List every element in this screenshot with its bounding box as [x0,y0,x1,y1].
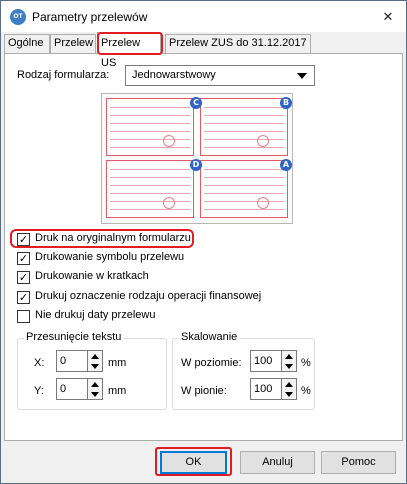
badge-c: C [190,97,202,109]
badge-d: D [190,159,202,171]
scale-h-input[interactable]: 100 [250,350,282,372]
offset-y-label: Y: [34,385,44,397]
scale-h-label: W poziomie: [181,357,242,369]
form-type-select[interactable]: Jednowarstwowy [125,65,315,86]
tab-przelew[interactable]: Przelew [50,34,96,53]
spin-down-icon[interactable] [285,364,293,369]
form-part-b [200,98,288,156]
tab-przelew-zus[interactable]: Przelew ZUS do 31.12.2017 [165,34,311,53]
form-part-d [106,160,194,218]
spin-down-icon[interactable] [91,392,99,397]
form-part-a [200,160,288,218]
scale-v-label: W pionie: [181,385,227,397]
tab-ogolne[interactable]: Ogólne [4,34,50,53]
offset-y-unit: mm [108,385,127,397]
form-preview-image: C B D A [101,93,293,224]
chevron-down-icon [297,73,307,79]
cancel-button[interactable]: Anuluj [240,451,315,474]
scale-v-input[interactable]: 100 [250,378,282,400]
badge-b: B [280,97,292,109]
app-logo-icon: OT [10,9,26,25]
offset-y-spin-buttons[interactable] [88,378,103,400]
checkbox-label: Drukowanie w kratkach [35,270,149,282]
offset-group-title: Przesunięcie tekstu [24,331,124,343]
spin-up-icon[interactable] [91,354,99,359]
scale-v-unit: % [301,385,311,397]
offset-x-label: X: [34,357,45,369]
offset-x-input[interactable]: 0 [56,350,88,372]
checkbox-box[interactable]: ✓ [17,291,30,304]
offset-x-unit: mm [108,357,127,369]
scale-h-unit: % [301,357,311,369]
spin-up-icon[interactable] [91,382,99,387]
offset-x-spin-buttons[interactable] [88,350,103,372]
checkbox-box[interactable]: ✓ [17,252,30,265]
help-button[interactable]: Pomoc [321,451,396,474]
checkbox-label: Drukowanie symbolu przelewu [35,251,185,263]
checkbox-label: Druk na oryginalnym formularzu [35,232,191,244]
checkbox-box[interactable]: ✓ [17,271,30,284]
form-type-label: Rodzaj formularza: [17,69,110,81]
checkbox-label: Drukuj oznaczenie rodzaju operacji finan… [35,290,262,302]
tab-przelew-us[interactable]: Przelew US [97,32,161,69]
scale-h-spin-buttons[interactable] [282,350,297,372]
checkbox-label: Nie drukuj daty przelewu [35,309,156,321]
spin-up-icon[interactable] [285,382,293,387]
form-part-c [106,98,194,156]
offset-y-input[interactable]: 0 [56,378,88,400]
spin-up-icon[interactable] [285,354,293,359]
close-button[interactable]: ✕ [376,6,400,28]
checkbox-box[interactable]: ✓ [17,233,30,246]
spin-down-icon[interactable] [91,364,99,369]
ok-button[interactable]: OK [160,451,227,474]
window-title: Parametry przelewów [32,10,148,24]
scaling-group-title: Skalowanie [179,331,240,343]
spin-down-icon[interactable] [285,392,293,397]
scale-v-spin-buttons[interactable] [282,378,297,400]
dialog-window: OT Parametry przelewów ✕ Ogólne Przelew … [0,0,407,484]
badge-a: A [280,159,292,171]
form-type-value: Jednowarstwowy [132,69,216,81]
title-bar[interactable]: OT Parametry przelewów ✕ [1,1,406,32]
checkbox-box[interactable] [17,310,30,323]
